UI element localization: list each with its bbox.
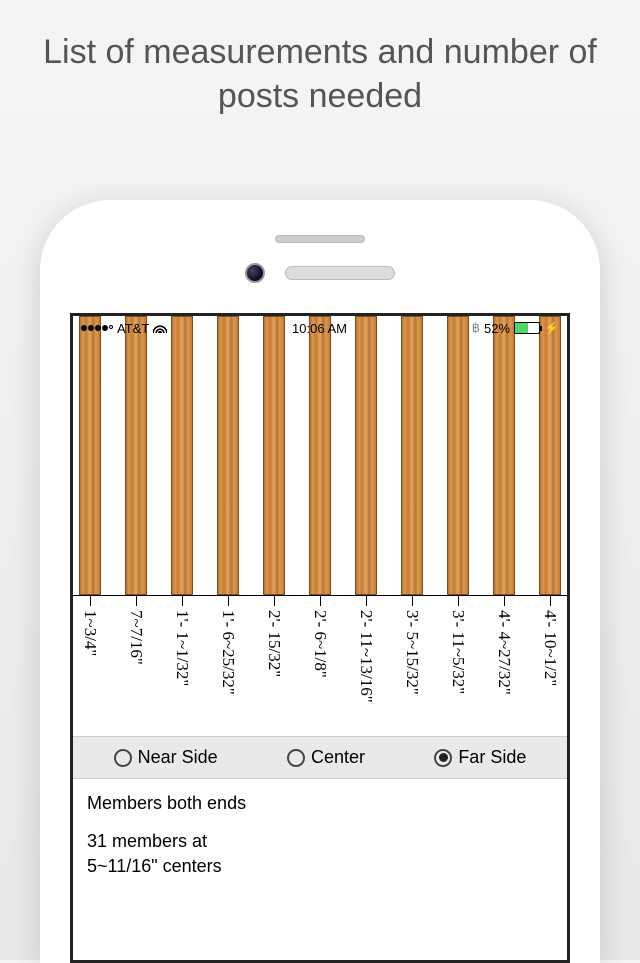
post <box>355 316 377 595</box>
phone-screen: AT&T 10:06 AM ฿ 52% ⚡ 1~3/4" 7~7/16" 1'- 1… <box>70 313 570 963</box>
summary-text: Members both ends 31 members at 5~11/16"… <box>73 779 567 904</box>
summary-line-ends: Members both ends <box>87 791 553 815</box>
post <box>447 316 469 595</box>
promo-title: List of measurements and number of posts… <box>0 0 640 128</box>
side-option-far-side[interactable]: Far Side <box>434 747 526 768</box>
carrier-label: AT&T <box>117 321 149 336</box>
measurement-label: 2'- 15/32" <box>263 596 285 736</box>
measurement-labels: 1~3/4" 7~7/16" 1'- 1~1/32" 1'- 6~25/32" 2'- … <box>73 596 570 736</box>
measurement-label: 4'- 10~1/2" <box>539 596 561 736</box>
earpiece-icon <box>285 266 395 280</box>
post <box>401 316 423 595</box>
wifi-icon <box>153 321 167 336</box>
post <box>217 316 239 595</box>
post <box>79 316 101 595</box>
measurement-label: 2'- 11~13/16" <box>355 596 377 736</box>
summary-line-members: 31 members at 5~11/16" centers <box>87 829 553 878</box>
charging-icon: ⚡ <box>544 321 559 335</box>
clock: 10:06 AM <box>292 321 347 336</box>
post <box>309 316 331 595</box>
phone-frame: AT&T 10:06 AM ฿ 52% ⚡ 1~3/4" 7~7/16" 1'- 1… <box>40 200 600 963</box>
post <box>539 316 561 595</box>
post <box>493 316 515 595</box>
radio-icon <box>434 749 452 767</box>
bluetooth-icon: ฿ <box>472 320 480 336</box>
side-option-label: Near Side <box>138 747 218 768</box>
measurement-label: 3'- 5~15/32" <box>401 596 423 736</box>
radio-icon <box>114 749 132 767</box>
post <box>125 316 147 595</box>
measurement-label: 1'- 1~1/32" <box>171 596 193 736</box>
measurement-label: 2'- 6~1/8" <box>309 596 331 736</box>
side-option-near-side[interactable]: Near Side <box>114 747 218 768</box>
battery-percent: 52% <box>484 321 510 336</box>
side-option-label: Center <box>311 747 365 768</box>
measurement-label: 4'- 4~27/32" <box>493 596 515 736</box>
radio-icon <box>287 749 305 767</box>
side-option-center[interactable]: Center <box>287 747 365 768</box>
measurement-label: 7~7/16" <box>125 596 147 736</box>
speaker-top-icon <box>275 235 365 243</box>
status-bar: AT&T 10:06 AM ฿ 52% ⚡ <box>73 316 567 340</box>
signal-dots-icon <box>81 325 113 331</box>
posts-diagram <box>73 316 567 596</box>
post <box>263 316 285 595</box>
battery-icon <box>514 322 540 334</box>
measurement-label: 3'- 11~5/32" <box>447 596 469 736</box>
phone-hardware <box>40 263 600 283</box>
side-selector: Near Side Center Far Side <box>73 736 567 779</box>
camera-icon <box>245 263 265 283</box>
side-option-label: Far Side <box>458 747 526 768</box>
post <box>171 316 193 595</box>
measurement-label: 1~3/4" <box>79 596 101 736</box>
measurement-label: 1'- 6~25/32" <box>217 596 239 736</box>
